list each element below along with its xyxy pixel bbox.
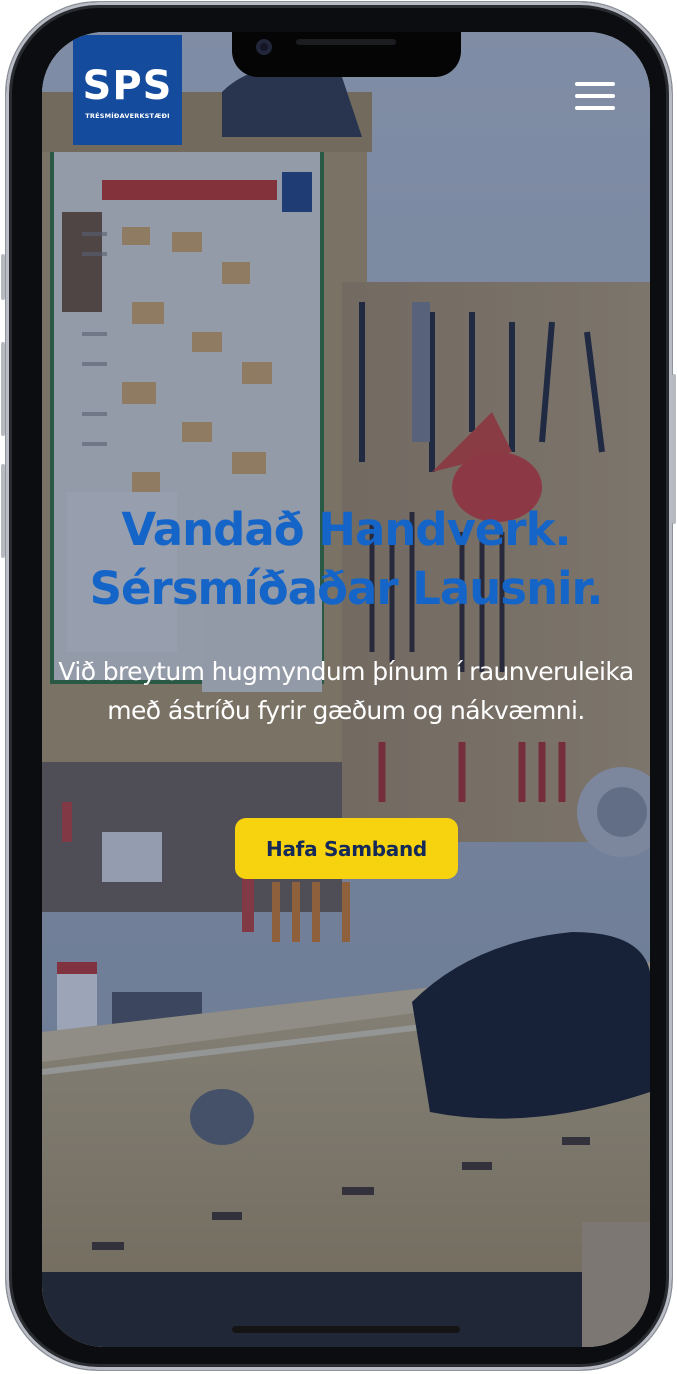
hero-title-line-1: Vandað Handverk. xyxy=(121,503,571,556)
volume-up-button xyxy=(1,342,5,436)
hamburger-menu-icon[interactable] xyxy=(575,80,617,112)
logo-mark: SPS xyxy=(82,63,173,109)
menu-bar xyxy=(575,82,615,86)
contact-button[interactable]: Hafa Samband xyxy=(235,818,458,879)
home-indicator[interactable] xyxy=(232,1326,460,1333)
front-camera xyxy=(256,39,272,55)
hero-title: Vandað Handverk. Sérsmíðaðar Lausnir. xyxy=(42,500,650,618)
menu-bar xyxy=(575,106,615,110)
phone-frame: SPS TRÉSMÍÐAVERKSTÆÐI Vandað Handverk. S… xyxy=(1,2,676,1370)
screen: SPS TRÉSMÍÐAVERKSTÆÐI Vandað Handverk. S… xyxy=(42,32,650,1347)
power-button xyxy=(672,374,676,524)
sps-logo[interactable]: SPS TRÉSMÍÐAVERKSTÆÐI xyxy=(73,35,182,145)
earpiece-speaker xyxy=(296,39,396,45)
phone-notch xyxy=(232,32,461,77)
menu-bar xyxy=(575,94,615,98)
hero-title-line-2: Sérsmíðaðar Lausnir. xyxy=(89,562,604,615)
volume-down-button xyxy=(1,464,5,558)
silent-switch xyxy=(1,254,5,300)
hero-description: Við breytum hugmyndum þínum í raunverule… xyxy=(58,657,634,725)
logo-subtitle: TRÉSMÍÐAVERKSTÆÐI xyxy=(85,112,170,120)
